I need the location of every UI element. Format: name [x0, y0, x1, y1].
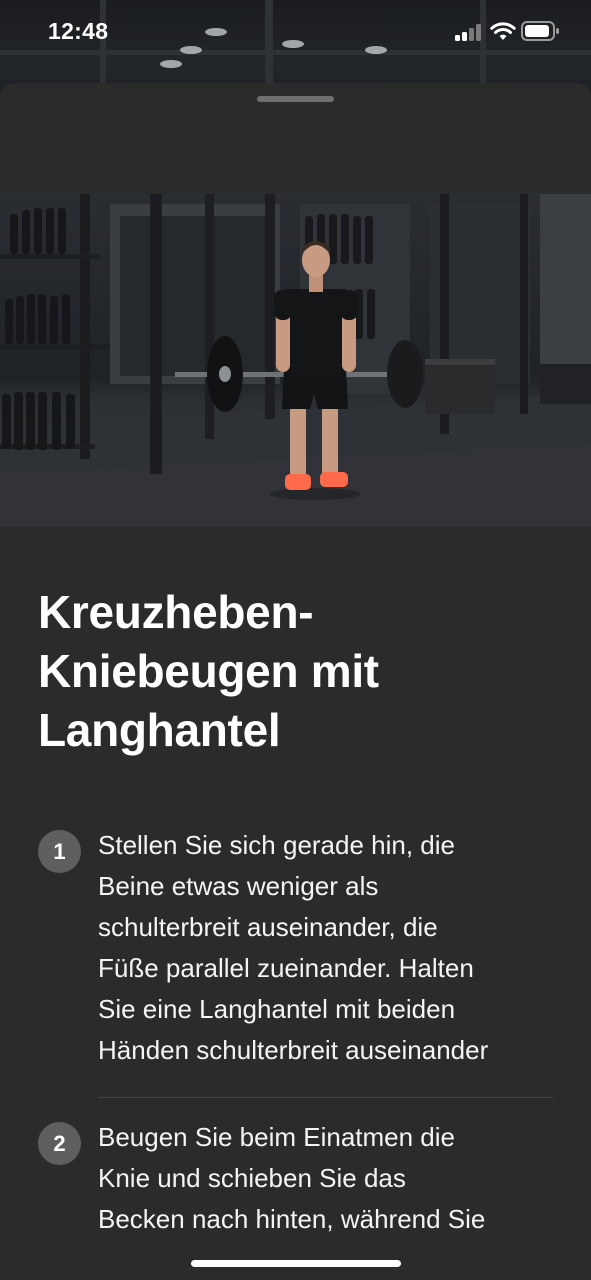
exercise-title-line-2: Kniebeugen mit [38, 645, 379, 697]
step-text-line: Sie eine Langhantel mit beiden [98, 994, 456, 1024]
cellular-signal-icon [455, 23, 485, 41]
status-bar: 12:48 [0, 0, 591, 64]
status-time: 12:48 [48, 18, 109, 44]
step-number-badge: 1 [38, 830, 81, 873]
step-text-line: Becken nach hinten, während Sie [98, 1204, 486, 1234]
step-divider [98, 1097, 553, 1098]
step-text-line: Stellen Sie sich gerade hin, die [98, 830, 456, 860]
step-text: Beugen Sie beim Einatmen die Knie und sc… [98, 1117, 568, 1240]
exercise-detail-sheet[interactable]: Kreuzheben- Kniebeugen mit Langhantel 1 … [0, 83, 591, 1280]
sheet-grabber-handle[interactable] [257, 96, 334, 102]
exercise-title-line-1: Kreuzheben- [38, 586, 314, 638]
step-text-line: Händen schulterbreit auseinander [98, 1035, 489, 1065]
step-text-line: Beine etwas weniger als [98, 871, 379, 901]
exercise-title-line-3: Langhantel [38, 704, 281, 756]
step-text-line: Beugen Sie beim Einatmen die [98, 1122, 456, 1152]
wifi-icon [490, 22, 516, 40]
step-text-line: Füße parallel zueinander. Halten [98, 953, 474, 983]
step-text-line: Knie und schieben Sie das [98, 1163, 406, 1193]
home-indicator[interactable] [191, 1260, 401, 1267]
step-number-badge: 2 [38, 1122, 81, 1165]
exercise-photo [0, 194, 591, 527]
battery-icon [521, 21, 559, 41]
exercise-title: Kreuzheben- Kniebeugen mit Langhantel [38, 583, 558, 760]
step-text: Stellen Sie sich gerade hin, die Beine e… [98, 825, 568, 1071]
step-text-line: schulterbreit auseinander, die [98, 912, 438, 942]
